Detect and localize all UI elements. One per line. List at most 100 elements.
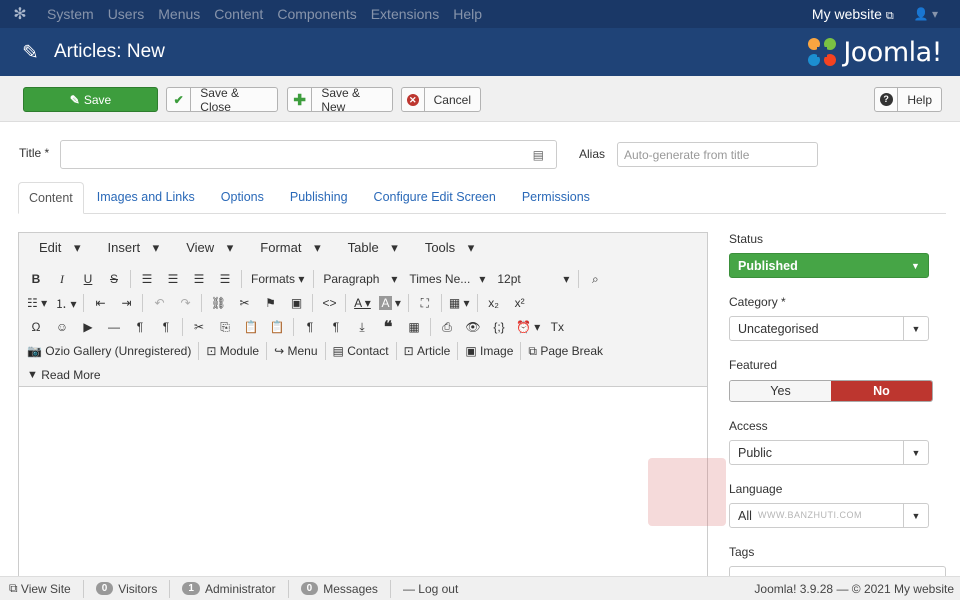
align-justify-icon[interactable]: ☰ [212, 268, 238, 290]
tab-images-links[interactable]: Images and Links [84, 182, 208, 213]
fullscreen-icon[interactable]: ⛶ [412, 292, 438, 314]
tab-permissions[interactable]: Permissions [509, 182, 603, 213]
help-button[interactable]: ? Help [874, 87, 942, 112]
tab-configure-edit-screen[interactable]: Configure Edit Screen [361, 182, 509, 213]
article-button[interactable]: ⊡ Article [400, 340, 455, 362]
read-more-button[interactable]: ▼ Read More [23, 364, 105, 386]
align-center-icon[interactable]: ☰ [160, 268, 186, 290]
text-color-icon[interactable]: A ▾ [349, 292, 375, 314]
menu-menus[interactable]: Menus [151, 0, 207, 28]
field-icon: ▤ [532, 147, 544, 162]
align-left-icon[interactable]: ☰ [134, 268, 160, 290]
insert-template-icon[interactable]: ⤓ [349, 316, 375, 338]
special-char-icon[interactable]: Ω [23, 316, 49, 338]
image-icon[interactable]: ▣ [283, 292, 309, 314]
insert-datetime-icon[interactable]: ⏰ ▾ [512, 316, 544, 338]
underline-icon[interactable]: U [75, 268, 101, 290]
save-button[interactable]: ✎ Save [23, 87, 158, 112]
background-color-icon[interactable]: A ▾ [375, 292, 404, 314]
featured-no-button[interactable]: No [831, 381, 932, 401]
strikethrough-icon[interactable]: S [101, 268, 127, 290]
tab-options[interactable]: Options [208, 182, 277, 213]
print-icon[interactable]: ⎙ [434, 316, 460, 338]
find-replace-icon[interactable]: ⌕ [582, 268, 608, 290]
paste-icon[interactable]: 📋 [238, 316, 264, 338]
visual-blocks-icon[interactable]: ¶ [297, 316, 323, 338]
indent-icon[interactable]: ⇥ [113, 292, 139, 314]
menu-system[interactable]: System [40, 0, 101, 28]
editor-menu-tools[interactable]: Tools ▾ [407, 240, 484, 256]
administrator-link[interactable]: 1 Administrator [173, 582, 284, 596]
media-icon[interactable]: ▶ [75, 316, 101, 338]
link-icon[interactable]: ⛓ [205, 292, 231, 314]
menu-components[interactable]: Components [270, 0, 363, 28]
title-input[interactable]: ▤ [60, 140, 557, 169]
category-select[interactable]: Uncategorised ▼ [729, 316, 929, 341]
editor-content-area[interactable] [19, 387, 707, 581]
subscript-icon[interactable]: x₂ [481, 292, 507, 314]
contact-button[interactable]: ▤ Contact [329, 340, 393, 362]
italic-icon[interactable]: I [49, 268, 75, 290]
module-button[interactable]: ⊡ Module [202, 340, 263, 362]
image-button[interactable]: ▣ Image [461, 340, 517, 362]
nonbreaking-icon[interactable]: ▦ [401, 316, 427, 338]
my-website-label: My website [811, 5, 882, 22]
bold-icon[interactable]: B [23, 268, 49, 290]
superscript-icon[interactable]: x² [507, 292, 533, 314]
blockquote-icon[interactable]: ❝ [375, 316, 401, 338]
user-menu-icon[interactable]: 👤 ▾ [914, 7, 960, 21]
tab-publishing[interactable]: Publishing [277, 182, 361, 213]
cancel-button[interactable]: ✕ Cancel [401, 87, 481, 112]
emoticons-icon[interactable]: ☺ [49, 316, 75, 338]
unlink-icon[interactable]: ✂ [231, 292, 257, 314]
save-new-button[interactable]: ✚ Save & New [287, 86, 393, 114]
logout-link[interactable]: — Log out [394, 582, 467, 596]
preview-icon[interactable]: 👁 [460, 316, 486, 338]
visitors-link[interactable]: 0 Visitors [87, 582, 167, 596]
font-family-dropdown[interactable]: Times Ne... ▾ [403, 268, 491, 290]
menu-extensions[interactable]: Extensions [364, 0, 446, 28]
source-code-icon[interactable]: {;} [486, 316, 512, 338]
save-close-button[interactable]: ✔ Save & Close [166, 86, 278, 114]
outdent-icon[interactable]: ⇤ [87, 292, 113, 314]
paragraph-dropdown[interactable]: Paragraph ▾ [317, 268, 403, 290]
messages-link[interactable]: 0 Messages [292, 582, 387, 596]
page-break-button[interactable]: ⧉ Page Break [524, 340, 607, 362]
undo-icon[interactable]: ↶ [146, 292, 172, 314]
ozio-gallery-button[interactable]: 📷 Ozio Gallery (Unregistered) [23, 340, 195, 362]
numbered-list-icon[interactable]: ⒈ ▾ [51, 292, 80, 314]
joomla-menu-icon[interactable]: ✻ [0, 0, 40, 28]
paste-text-icon[interactable]: 📋 [264, 316, 290, 338]
menu-users[interactable]: Users [101, 0, 152, 28]
bullet-list-icon[interactable]: ☷ ▾ [23, 292, 51, 314]
menu-content[interactable]: Content [207, 0, 270, 28]
formats-dropdown[interactable]: Formats ▾ [245, 268, 310, 290]
editor-menu-edit[interactable]: Edit ▾ [21, 240, 90, 256]
my-website-link[interactable]: My website ⧉ [812, 6, 914, 23]
check-icon: ✔ [167, 88, 192, 111]
editor-menu-view[interactable]: View ▾ [168, 240, 242, 256]
alias-input[interactable]: Auto-generate from title [617, 142, 818, 167]
align-right-icon[interactable]: ☰ [186, 268, 212, 290]
ltr-icon[interactable]: ¶ [127, 316, 153, 338]
horizontal-rule-icon[interactable]: — [101, 316, 127, 338]
editor-menu-insert[interactable]: Insert ▾ [90, 240, 169, 256]
clear-formatting-icon[interactable]: Tx [544, 316, 570, 338]
font-size-dropdown[interactable]: 12pt ▾ [491, 268, 575, 290]
code-icon[interactable]: <> [316, 292, 342, 314]
menu-button[interactable]: ↪ Menu [270, 340, 321, 362]
editor-menu-format[interactable]: Format ▾ [242, 240, 329, 256]
featured-yes-button[interactable]: Yes [730, 381, 831, 401]
view-site-link[interactable]: ⧉ View Site [0, 581, 80, 596]
menu-help[interactable]: Help [446, 0, 489, 28]
status-select[interactable]: Published ▼ [729, 253, 929, 278]
tab-content[interactable]: Content [18, 182, 84, 214]
editor-menu-table[interactable]: Table ▾ [330, 240, 407, 256]
table-icon[interactable]: ▦ ▾ [445, 292, 474, 314]
anchor-icon[interactable]: ⚑ [257, 292, 283, 314]
copy-icon[interactable]: ⎘ [212, 316, 238, 338]
redo-icon[interactable]: ↷ [172, 292, 198, 314]
cut-icon[interactable]: ✂ [186, 316, 212, 338]
visual-chars-icon[interactable]: ¶ [323, 316, 349, 338]
rtl-icon[interactable]: ¶ [153, 316, 179, 338]
